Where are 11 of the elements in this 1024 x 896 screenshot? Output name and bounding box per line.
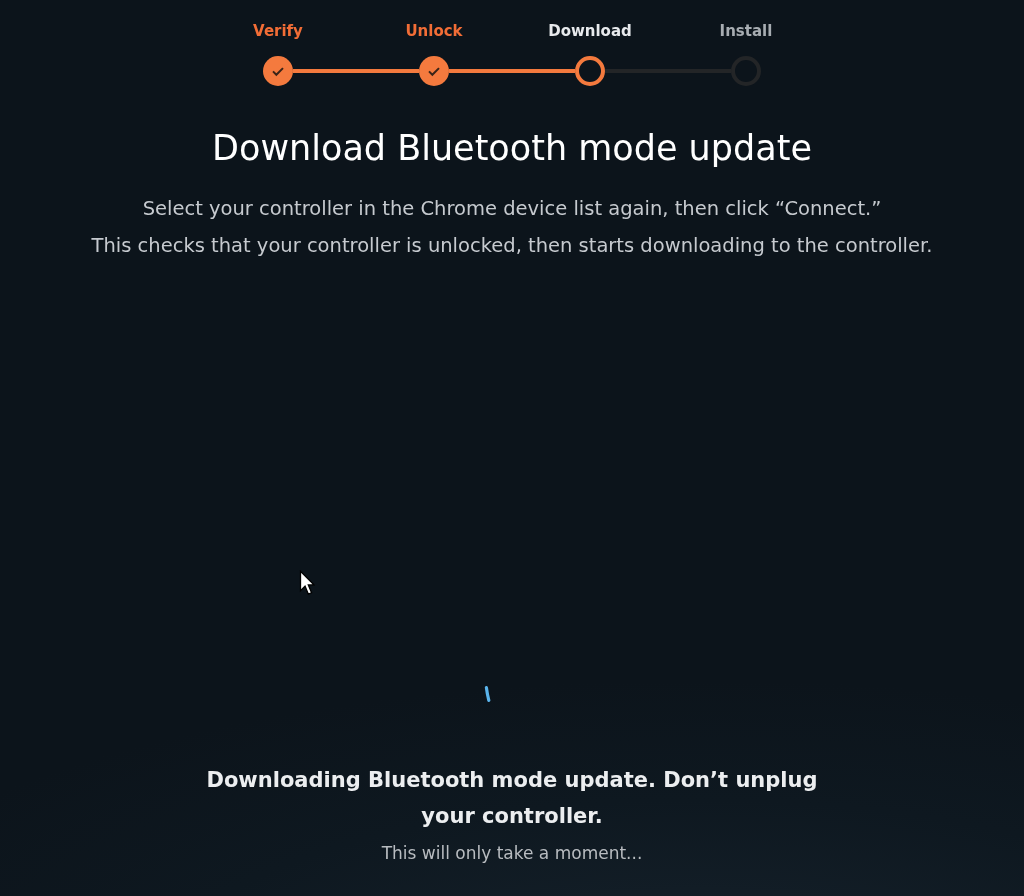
- description-text: This checks that your controller is unlocked, then starts downloading to the controller.: [91, 233, 933, 259]
- description-text: Select your controller in the Chrome device list again, then click “Connect.”: [142, 196, 882, 222]
- spinner-icon: [484, 686, 492, 702]
- step-label: Unlock: [405, 21, 463, 42]
- status-message: Downloading Bluetooth mode update. Don’t unplug your controller.: [205, 767, 819, 830]
- step-label: Download: [548, 21, 632, 42]
- step-label: Install: [719, 21, 773, 42]
- mouse-pointer-icon: [299, 570, 315, 596]
- step-label: Verify: [253, 21, 303, 42]
- page-title: Download Bluetooth mode update: [212, 127, 812, 170]
- status-detail: This will only take a moment...: [381, 842, 643, 865]
